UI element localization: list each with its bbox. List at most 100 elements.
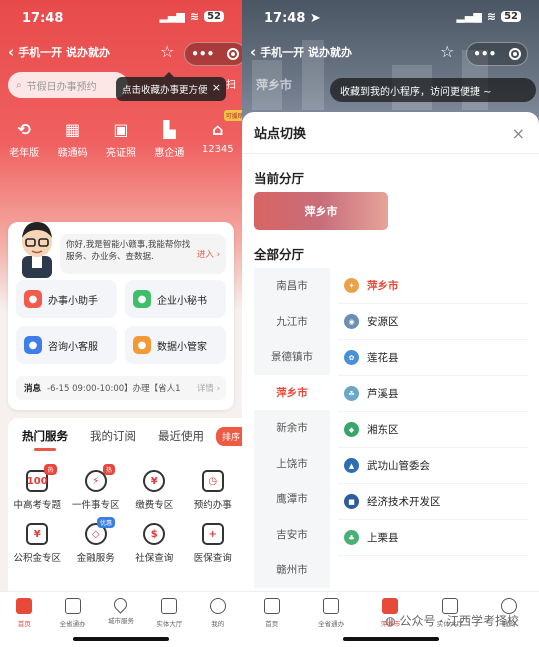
district-item[interactable]: ✿ 莲花县: [338, 340, 528, 376]
service-label: 中高考专题: [13, 500, 61, 511]
service-item[interactable]: + 医保查询: [184, 523, 243, 564]
city-item[interactable]: 新余市: [254, 410, 330, 446]
city-item[interactable]: 吉安市: [254, 517, 330, 553]
district-label: 上栗县: [367, 532, 399, 544]
service-item[interactable]: ◷ 预约办事: [184, 470, 243, 511]
status-time: 17:48 ➤: [264, 11, 321, 26]
quick-entry-3[interactable]: ▙ 惠企通: [147, 118, 191, 160]
tabbar-icon: [16, 598, 33, 614]
battery-icon: 52: [204, 11, 224, 22]
tabbar-label: 全省通办: [59, 620, 86, 628]
service-label: 预约办事: [193, 500, 232, 511]
scan-icon[interactable]: 扫: [226, 76, 236, 91]
tabbar-item[interactable]: 首页: [252, 598, 292, 647]
district-item[interactable]: ■ 经济技术开发区: [338, 484, 528, 520]
service-item[interactable]: ◇ 优惠 金融服务: [67, 517, 126, 564]
city-item[interactable]: 九江市: [254, 304, 330, 340]
services-grid: 100 热中高考专题 ⚡ 热一件事专区 ¥ 缴费专区 ◷ 预约办事 ¥ 公积金专区 ◇ 优惠 金融服务 $…: [8, 464, 243, 564]
tabbar-label: 实体大厅: [156, 620, 183, 628]
capsule-menu[interactable]: •••: [466, 42, 528, 66]
assistant-bubble[interactable]: 你好,我是智能小赣事,我能帮你找服务、办业务、查数据. 进入 ›: [60, 234, 226, 274]
district-item[interactable]: ◆ 湘东区: [338, 412, 528, 448]
chevron-left-icon: ‹: [8, 42, 15, 61]
quick-entry-label: 12345: [201, 144, 234, 155]
assistant-tile-label: 咨询小客服: [48, 341, 98, 353]
tooltip-close-icon[interactable]: ×: [212, 81, 221, 94]
district-emblem-icon: ◆: [344, 422, 359, 437]
district-item[interactable]: ♣ 上栗县: [338, 520, 528, 556]
service-label: 缴费专区: [135, 500, 174, 511]
assistant-tile-2[interactable]: ● 咨询小客服: [16, 326, 117, 364]
mini-program-nav: ‹ 手机一开 说办就办 ☆ •••: [242, 42, 539, 66]
current-city-card[interactable]: 萍乡市: [254, 192, 388, 230]
city-item[interactable]: 景德镇市: [254, 339, 330, 375]
city-item[interactable]: 鹰潭市: [254, 481, 330, 517]
watermark-text: 公众号 · 江西学考择校: [399, 614, 519, 628]
tabbar-item[interactable]: 我的: [198, 598, 238, 647]
message-detail-link[interactable]: 详情 ›: [197, 382, 220, 394]
district-item[interactable]: ▲ 武功山管委会: [338, 448, 528, 484]
tabbar-label: 全省通办: [318, 620, 345, 628]
more-icon[interactable]: •••: [473, 47, 496, 61]
assistant-tile-icon: ●: [133, 290, 151, 308]
signal-icon: ▂▄▆: [456, 10, 482, 23]
back-button[interactable]: ‹ 手机一开 说办就办: [250, 44, 352, 60]
quick-entry-4[interactable]: ⌂ 可援助 12345: [196, 110, 242, 159]
district-list: ✦ 萍乡市 ◉ 安源区 ✿ 莲花县 ☘ 芦溪县 ◆ 湘东区 ▲ 武功山管委会 ■ 经济技术开发区 ♣ 上栗县: [338, 268, 528, 556]
star-icon[interactable]: ☆: [440, 42, 454, 61]
quick-entry-1[interactable]: ▦ 赣通码: [51, 118, 95, 160]
city-item[interactable]: 南昌市: [254, 268, 330, 304]
service-label: 社保查询: [135, 553, 174, 564]
service-item[interactable]: 100 热中高考专题: [8, 464, 67, 511]
assistant-tiles: ● 办事小助手 ● 企业小秘书 ● 咨询小客服 ● 数据小管家: [16, 280, 226, 364]
services-tab-2[interactable]: 最近使用: [158, 428, 204, 444]
back-button[interactable]: ‹ 手机一开 说办就办: [8, 44, 110, 60]
quick-entry-label: 亮证照: [105, 148, 136, 159]
district-label: 芦溪县: [367, 388, 399, 400]
left-screen: 17:48 ▂▄▆ ≋ 52 ‹ 手机一开 说办就办 ☆ ••• ⌕ 节假日办事…: [0, 0, 242, 647]
capsule-menu[interactable]: •••: [184, 42, 242, 66]
district-item[interactable]: ☘ 芦溪县: [338, 376, 528, 412]
district-label: 武功山管委会: [367, 460, 430, 472]
assistant-tile-0[interactable]: ● 办事小助手: [16, 280, 117, 318]
current-city-label: 萍乡市: [304, 205, 338, 218]
tabbar-item[interactable]: 首页: [4, 598, 44, 647]
district-item[interactable]: ◉ 安源区: [338, 304, 528, 340]
quick-entry-label: 惠企通: [154, 148, 185, 159]
city-item[interactable]: 赣州市: [254, 552, 330, 588]
search-input[interactable]: ⌕ 节假日办事预约: [8, 72, 128, 98]
tabbar-label: 城市服务: [107, 617, 134, 625]
city-item[interactable]: 萍乡市: [254, 374, 330, 410]
district-label: 经济技术开发区: [367, 496, 441, 508]
chevron-left-icon: ‹: [250, 42, 257, 61]
city-item[interactable]: 上饶市: [254, 446, 330, 482]
assistant-avatar: [22, 222, 52, 278]
services-tab-1[interactable]: 我的订阅: [90, 428, 136, 444]
more-icon[interactable]: •••: [191, 47, 214, 61]
enter-link[interactable]: 进入 ›: [197, 249, 220, 261]
tabbar-label: 首页: [265, 620, 279, 628]
status-bar: 17:48 ➤ ▂▄▆ ≋ 52: [242, 8, 539, 30]
service-item[interactable]: ¥ 公积金专区: [8, 523, 67, 564]
sort-button[interactable]: 排序: [215, 427, 242, 446]
status-icons: ▂▄▆ ≋ 52: [456, 10, 521, 23]
close-icon[interactable]: ×: [512, 124, 525, 143]
quick-entry-0[interactable]: ⟲ 老年版: [2, 118, 46, 160]
district-emblem-icon: ▲: [344, 458, 359, 473]
star-icon[interactable]: ☆: [160, 42, 174, 61]
service-item[interactable]: $ 社保查询: [125, 523, 184, 564]
background-city-title: 萍乡市: [256, 78, 293, 92]
assistant-tile-1[interactable]: ● 企业小秘书: [125, 280, 226, 318]
close-miniprogram-icon[interactable]: [226, 48, 239, 60]
service-item[interactable]: ⚡ 热一件事专区: [67, 464, 126, 511]
district-item[interactable]: ✦ 萍乡市: [338, 268, 528, 304]
message-text: -6-15 09:00-10:00】办理【省人1: [47, 384, 181, 394]
assistant-tile-label: 企业小秘书: [157, 295, 207, 307]
district-emblem-icon: ✦: [344, 278, 359, 293]
service-item[interactable]: ¥ 缴费专区: [125, 470, 184, 511]
quick-entry-2[interactable]: ▣ 亮证照: [99, 118, 143, 160]
message-bar[interactable]: 消息 -6-15 09:00-10:00】办理【省人1 详情 ›: [16, 376, 226, 400]
assistant-tile-3[interactable]: ● 数据小管家: [125, 326, 226, 364]
close-miniprogram-icon[interactable]: [508, 48, 521, 60]
services-tab-0[interactable]: 热门服务: [22, 428, 68, 451]
